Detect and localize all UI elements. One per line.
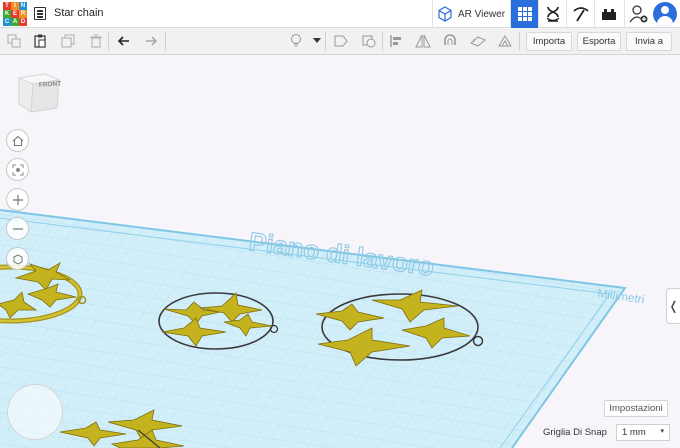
snap-grid-select[interactable]: 1 mm ▾ [616, 424, 670, 441]
workplane-button[interactable] [470, 33, 486, 49]
group-button[interactable] [333, 33, 349, 49]
add-user-icon [628, 5, 647, 23]
logo-letter: T [3, 2, 11, 10]
logo-letter: K [3, 10, 11, 18]
orbit-joystick[interactable] [7, 384, 63, 440]
logo-letter: D [19, 18, 27, 26]
ortho-view-button[interactable] [6, 247, 29, 270]
3d-design-view-button[interactable] [510, 0, 538, 28]
workplane-viewport[interactable]: Piano di lavoro Millimetri FRONTE ❬ Impo… [0, 55, 680, 448]
logo-letter: A [11, 18, 19, 26]
undo-button[interactable] [116, 33, 132, 49]
fit-view-button[interactable] [6, 158, 29, 181]
copy-icon [7, 34, 21, 48]
duplicate-icon [61, 34, 75, 48]
home-view-button[interactable] [6, 129, 29, 152]
ruler-button[interactable] [497, 33, 513, 49]
magnet-icon [444, 34, 456, 45]
blocks-view-button[interactable] [538, 0, 566, 28]
export-button[interactable]: Esporta [577, 32, 621, 51]
paste-icon [34, 34, 46, 48]
codeblocks-icon [546, 6, 559, 22]
minus-icon [12, 227, 23, 230]
cube-icon [13, 253, 22, 265]
light-button[interactable] [288, 33, 304, 49]
paste-button[interactable] [32, 33, 48, 49]
zoom-out-button[interactable] [6, 217, 29, 240]
edit-toolbar: Importa Esporta Invia a [0, 28, 680, 55]
align-button[interactable] [388, 33, 404, 49]
grid-icon [517, 7, 532, 21]
bulb-icon [291, 34, 301, 47]
zoom-in-button[interactable] [6, 188, 29, 211]
workplane-icon [470, 36, 486, 47]
logo-letter: N [19, 2, 27, 10]
pickaxe-icon [572, 7, 589, 22]
logo-letter: C [3, 18, 11, 26]
logo-letter: I [11, 2, 19, 10]
mirror-button[interactable] [415, 33, 431, 49]
brick-icon [601, 9, 616, 20]
duplicate-button[interactable] [60, 33, 76, 49]
chevron-left-icon: ❬ [668, 299, 679, 313]
settings-button[interactable]: Impostazioni [604, 400, 668, 417]
chevron-down-icon: ▾ [660, 428, 664, 435]
import-button[interactable]: Importa [526, 32, 572, 51]
design-list-icon[interactable] [34, 7, 46, 20]
ungroup-button[interactable] [361, 33, 377, 49]
sim-lab-button[interactable] [566, 0, 594, 28]
shapes-panel-toggle[interactable]: ❬ [666, 288, 680, 324]
undo-icon [117, 36, 129, 46]
align-icon [390, 35, 401, 47]
invite-user-button[interactable] [624, 0, 652, 28]
ruler-icon [498, 35, 512, 47]
snap-grid-label: Griglia Di Snap [543, 427, 607, 438]
redo-button[interactable] [143, 33, 159, 49]
home-icon [12, 135, 23, 146]
viewcube-face-label: FRONTE [39, 80, 61, 89]
fit-icon [12, 164, 23, 175]
tinkercad-logo[interactable]: T I N K E R C A D [3, 2, 27, 26]
view-cube[interactable]: FRONTE [17, 70, 66, 117]
light-dropdown[interactable] [309, 33, 325, 49]
send-to-button[interactable]: Invia a [626, 32, 672, 51]
redo-icon [146, 36, 158, 46]
group-icon [334, 35, 348, 47]
logo-letter: R [19, 10, 27, 18]
copy-button[interactable] [6, 33, 22, 49]
bricks-view-button[interactable] [594, 0, 622, 28]
ar-viewer-button[interactable]: AR Viewer [432, 0, 508, 28]
delete-button[interactable] [88, 33, 104, 49]
plus-icon [12, 194, 23, 205]
chevron-down-icon [313, 38, 321, 43]
user-avatar[interactable] [653, 2, 677, 26]
ar-viewer-label: AR Viewer [457, 8, 506, 20]
ar-cube-icon [438, 6, 452, 22]
design-title[interactable]: Star chain [54, 7, 104, 19]
cruise-button[interactable] [442, 33, 458, 49]
trash-icon [90, 34, 102, 48]
ungroup-icon [362, 35, 376, 48]
mirror-icon [415, 34, 431, 48]
workplane-canvas[interactable]: Piano di lavoro Millimetri [0, 55, 680, 448]
snap-grid-value: 1 mm [622, 427, 646, 438]
top-header: T I N K E R C A D Star chain AR Viewer [0, 0, 680, 28]
logo-letter: E [11, 10, 19, 18]
